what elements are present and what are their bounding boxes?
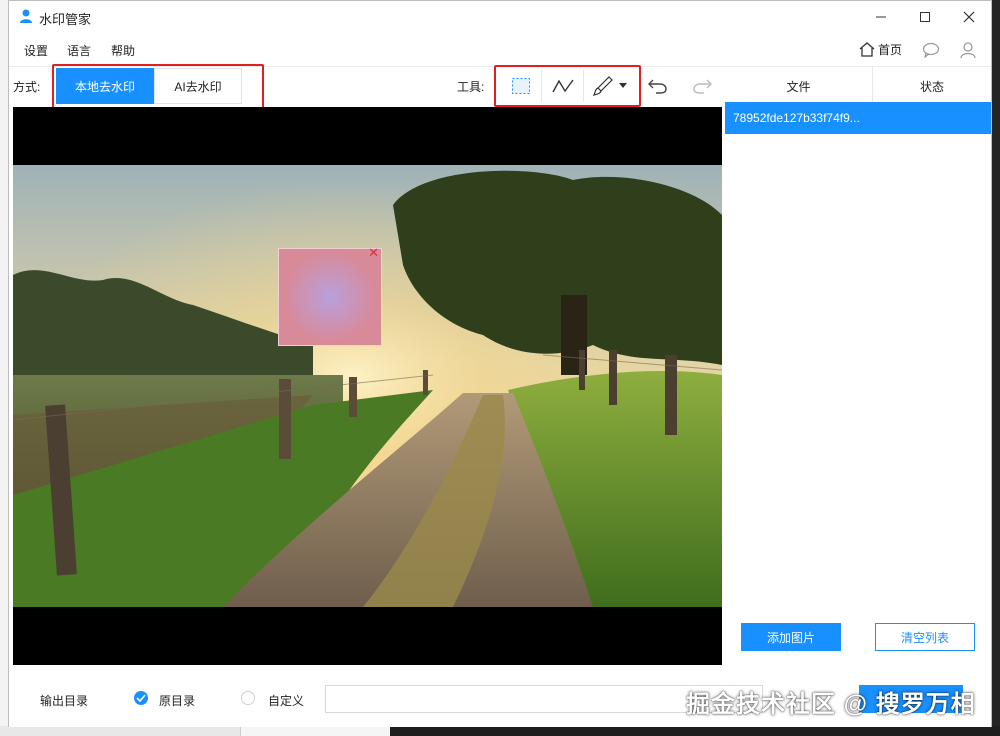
feedback-button[interactable] <box>920 39 942 61</box>
watermark-selection-box[interactable]: ✕ <box>278 246 382 346</box>
window-title: 水印管家 <box>39 12 92 27</box>
radio-custom-directory[interactable] <box>241 691 255 705</box>
minimize-button[interactable] <box>859 5 903 29</box>
remove-selection-icon[interactable]: ✕ <box>368 246 379 260</box>
close-button[interactable] <box>947 5 991 29</box>
overlay-watermark-text: 掘金技术社区 @ 搜罗万相 <box>686 691 976 718</box>
menu-bar: 设置 语言 帮助 <box>9 33 991 65</box>
redo-button[interactable] <box>689 74 715 98</box>
user-account-button[interactable] <box>957 39 979 61</box>
file-panel: 文件 状态 78952fde127b33f74f9... 添加图片 清空列表 <box>725 67 991 665</box>
bg-explorer-strip <box>0 726 240 736</box>
undo-button[interactable] <box>645 74 671 98</box>
output-directory-label: 输出目录 <box>40 694 89 708</box>
file-name: 78952fde127b33f74f9... <box>733 111 860 125</box>
preview-image <box>13 165 722 607</box>
custom-directory-label[interactable]: 自定义 <box>268 692 304 709</box>
tools-label: 工具: <box>457 80 485 94</box>
column-status: 状态 <box>919 79 944 94</box>
menu-language[interactable]: 语言 <box>67 42 91 59</box>
user-icon <box>960 42 976 59</box>
bg-file-strip <box>240 726 391 736</box>
menu-help[interactable]: 帮助 <box>111 42 135 59</box>
original-directory-label[interactable]: 原目录 <box>159 692 195 709</box>
chat-bubble-icon <box>922 42 940 58</box>
home-label: 首页 <box>878 43 903 57</box>
maximize-icon <box>920 12 930 22</box>
desktop-background-bottom <box>0 726 1000 736</box>
home-button[interactable]: 首页 <box>859 41 902 58</box>
file-list-item[interactable]: 78952fde127b33f74f9... <box>725 102 991 134</box>
radio-original-directory[interactable] <box>134 691 148 705</box>
title-bar: 水印管家 <box>9 1 991 33</box>
close-icon <box>963 11 975 23</box>
undo-icon <box>648 79 667 94</box>
mode-label: 方式: <box>13 80 41 94</box>
app-logo-icon <box>20 9 32 23</box>
minimize-icon <box>876 16 886 18</box>
menu-settings[interactable]: 设置 <box>24 42 48 59</box>
tools-highlight-box <box>494 65 641 107</box>
editor-background-right <box>992 0 1000 736</box>
redo-icon <box>693 79 712 94</box>
mode-highlight-box <box>52 64 264 112</box>
app-window: 水印管家 设置 语言 帮助 首页 方式: 本地去水印 AI去水印 工具: ✕ 文… <box>8 0 992 727</box>
add-image-button[interactable]: 添加图片 <box>741 623 841 651</box>
checkmark-icon <box>136 694 146 702</box>
image-canvas[interactable]: ✕ <box>13 107 722 665</box>
file-list-header: 文件 状态 <box>725 67 991 106</box>
home-icon <box>859 42 875 57</box>
column-file: 文件 <box>725 67 873 105</box>
bg-editor-strip <box>390 726 1000 736</box>
maximize-button[interactable] <box>903 5 947 29</box>
clear-list-button[interactable]: 清空列表 <box>875 623 975 651</box>
